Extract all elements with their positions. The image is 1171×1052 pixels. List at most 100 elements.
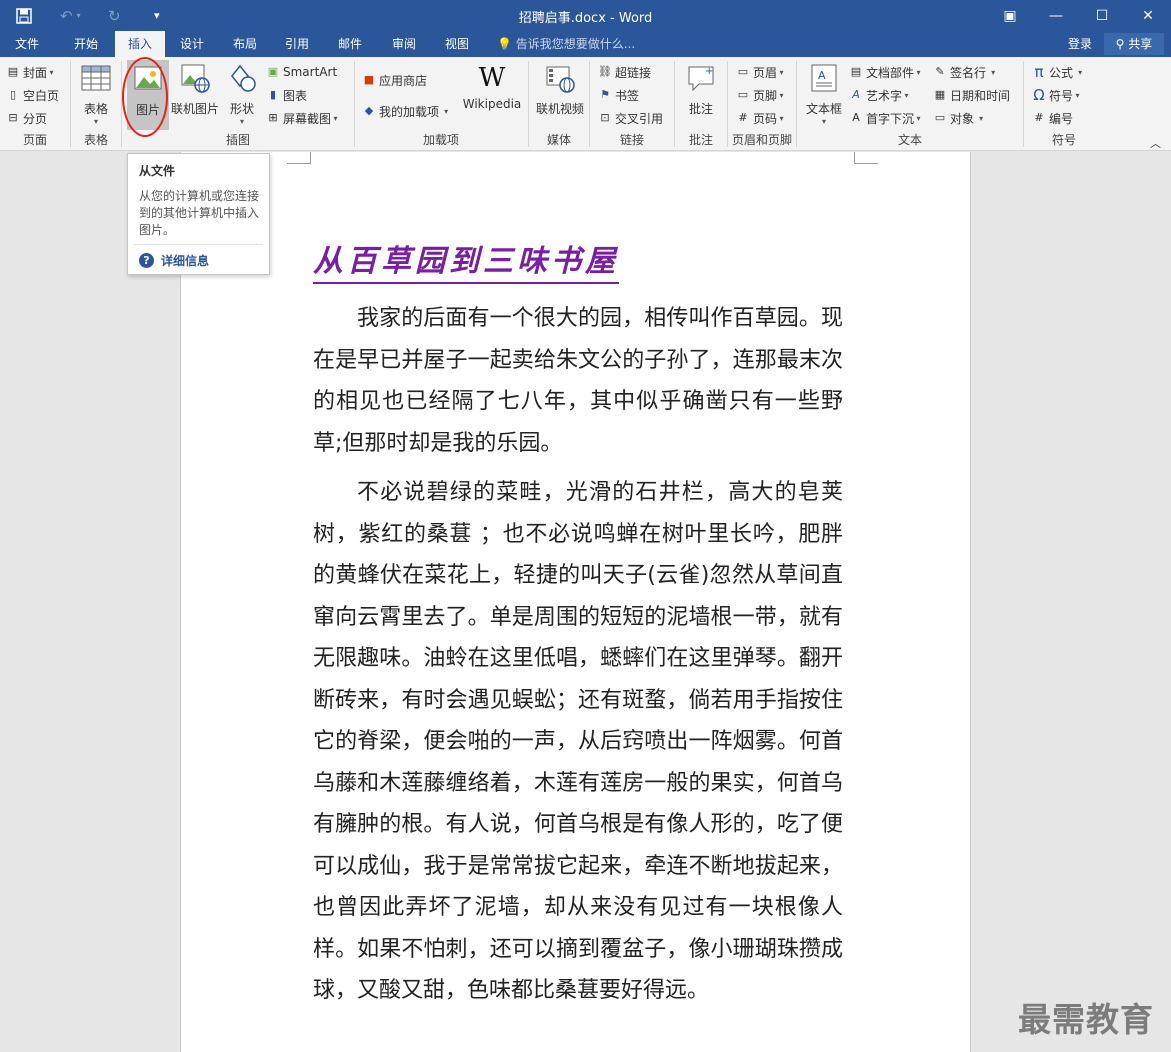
blank-page-icon: ▯ (9, 88, 17, 101)
quick-parts-button[interactable]: ▤ 文档部件 ▾ (849, 61, 921, 83)
chart-icon: ▮ (269, 88, 277, 101)
tab-view[interactable]: 视图 (431, 31, 483, 57)
group-tables: 表格 ▾ 表格 (71, 57, 121, 151)
comment-icon: + (688, 66, 714, 92)
group-pages: ▤ 封面 ▾ ▯ 空白页 ⊟ 分页 页面 (0, 57, 70, 151)
quick-parts-icon: ▤ (850, 65, 862, 78)
svg-text:+: + (705, 66, 713, 77)
calendar-icon: ▦ (934, 88, 946, 101)
omega-icon: Ω (1033, 86, 1045, 104)
tab-home[interactable]: 开始 (60, 31, 112, 57)
watermark: 最需教育 (1018, 1000, 1154, 1039)
shapes-button[interactable]: 形状 ▾ (223, 62, 261, 126)
tell-me-more-link[interactable]: ? 详细信息 (139, 252, 209, 269)
group-header-footer: ▭ 页眉 ▾ ▭ 页脚 ▾ # 页码 ▾ 页眉和页脚 (728, 57, 796, 151)
page-number-button[interactable]: # 页码 ▾ (736, 107, 783, 129)
tooltip-title: 从文件 (139, 164, 176, 178)
tooltip-body: 从您的计算机或您连接到的其他计算机中插入图片。 (139, 189, 260, 237)
tab-mailings[interactable]: 邮件 (325, 31, 375, 57)
page-break-button[interactable]: ⊟ 分页 (6, 107, 47, 129)
tab-references[interactable]: 引用 (272, 31, 322, 57)
numbering-icon: # (1034, 111, 1044, 124)
group-label-comments: 批注 (688, 133, 713, 147)
footer-button[interactable]: ▭ 页脚 ▾ (736, 84, 784, 106)
tab-review[interactable]: 审阅 (378, 31, 430, 57)
textbox-icon: A (811, 64, 837, 92)
hyperlink-icon: ⛓ (598, 65, 612, 78)
tell-me-search[interactable]: 💡 告诉我您想要做什么... (497, 31, 635, 57)
signature-line-button[interactable]: ✎ 签名行 ▾ (933, 61, 995, 83)
hyperlink-button[interactable]: ⛓ 超链接 (598, 61, 651, 83)
header-button[interactable]: ▭ 页眉 ▾ (736, 61, 784, 83)
person-icon: ⚲ (1115, 37, 1125, 51)
svg-text:A: A (818, 69, 826, 82)
document-title[interactable]: 从百草园到三味书屋 (313, 236, 619, 284)
highlight-circle (122, 57, 168, 137)
footer-icon: ▭ (737, 88, 749, 101)
title-bar: ↶ ▾ ↻ ▾ 招聘启事.docx - Word ▣ — ☐ ✕ (0, 0, 1171, 31)
maximize-button[interactable]: ☐ (1079, 0, 1125, 31)
object-button[interactable]: ▭ 对象 ▾ (933, 107, 983, 129)
signature-line-icon: ✎ (935, 65, 945, 78)
bookmark-button[interactable]: ⚑ 书签 (598, 84, 639, 106)
online-video-button[interactable]: 联机视频 (532, 62, 588, 117)
chart-button[interactable]: ▮ 图表 (266, 84, 307, 106)
my-addins-button[interactable]: ◆ 我的加载项 ▾ (362, 100, 448, 122)
page-number-icon: # (738, 111, 748, 124)
group-label-links: 链接 (619, 133, 644, 147)
tab-insert[interactable]: 插入 (115, 31, 165, 57)
minimize-button[interactable]: — (1033, 0, 1079, 31)
cross-reference-button[interactable]: ⊡ 交叉引用 (598, 107, 663, 129)
group-label-media: 媒体 (546, 133, 571, 147)
wordart-button[interactable]: A 艺术字 ▾ (849, 84, 908, 106)
paragraph-1[interactable]: 我家的后面有一个很大的园，相传叫作百草园。现在是早已并屋子一起卖给朱文公的子孙了… (313, 298, 843, 464)
new-comment-button[interactable]: + 批注 (681, 62, 721, 117)
blank-page-button[interactable]: ▯ 空白页 (6, 84, 59, 106)
collapse-ribbon-icon[interactable]: ︿ (1150, 135, 1161, 151)
ribbon-display-options-button[interactable]: ▣ (987, 0, 1033, 31)
tab-layout[interactable]: 布局 (220, 31, 270, 57)
group-label-illustrations: 插图 (225, 133, 250, 147)
group-label-tables: 表格 (83, 133, 108, 147)
table-button[interactable]: 表格 ▾ (79, 62, 113, 126)
picture-tooltip: 从文件 从您的计算机或您连接到的其他计算机中插入图片。 ? 详细信息 (127, 153, 270, 275)
textbox-button[interactable]: A 文本框 ▾ (803, 62, 845, 126)
document-page[interactable]: 从百草园到三味书屋 我家的后面有一个很大的园，相传叫作百草园。现在是早已并屋子一… (180, 152, 971, 1052)
group-text: A 文本框 ▾ ▤ 文档部件 ▾ A 艺术字 ▾ A 首字下沉 ▾ ✎ 签名行 ▾ ▦ 日… (797, 57, 1023, 151)
tab-file[interactable]: 文件 (0, 31, 54, 57)
cover-page-button[interactable]: ▤ 封面 ▾ (6, 61, 54, 83)
crop-mark (287, 152, 311, 164)
wikipedia-button[interactable]: W Wikipedia (461, 62, 523, 111)
online-video-icon (546, 66, 575, 93)
share-button[interactable]: ⚲ 共享 (1104, 33, 1164, 55)
drop-cap-button[interactable]: A 首字下沉 ▾ (849, 107, 920, 129)
date-time-button[interactable]: ▦ 日期和时间 (933, 84, 1010, 106)
online-picture-button[interactable]: 联机图片 (169, 62, 221, 117)
smartart-button[interactable]: ▣ SmartArt (266, 61, 337, 83)
cover-page-icon: ▤ (7, 65, 19, 78)
smartart-icon: ▣ (267, 65, 279, 78)
share-label: 共享 (1128, 37, 1153, 51)
paragraph-2[interactable]: 不必说碧绿的菜畦，光滑的石井栏，高大的皂荚树，紫红的桑葚 ；也不必说鸣蝉在树叶里… (313, 472, 843, 1012)
tab-design[interactable]: 设计 (167, 31, 217, 57)
login-link[interactable]: 登录 (1068, 31, 1092, 57)
ribbon-insert: ▤ 封面 ▾ ▯ 空白页 ⊟ 分页 页面 表格 ▾ 表格 图片 联机图片 形状 ▾ ▣… (0, 57, 1171, 151)
group-links: ⛓ 超链接 ⚑ 书签 ⊡ 交叉引用 链接 (590, 57, 674, 151)
screenshot-icon: ⊞ (268, 111, 278, 124)
group-label-pages: 页面 (22, 133, 47, 147)
tell-me-text: 告诉我您想要做什么... (515, 37, 636, 51)
store-icon: ■ (363, 73, 375, 86)
drop-cap-icon: A (852, 111, 860, 124)
symbol-button[interactable]: Ω 符号 ▾ (1032, 84, 1079, 106)
store-button[interactable]: ■ 应用商店 (362, 69, 427, 91)
wikipedia-icon: W (478, 63, 506, 93)
screenshot-button[interactable]: ⊞ 屏幕截图 ▾ (266, 107, 337, 129)
ribbon-tabs: 文件 开始 插入 设计 布局 引用 邮件 审阅 视图 💡 告诉我您想要做什么..… (0, 31, 1171, 57)
equation-button[interactable]: π 公式 ▾ (1032, 61, 1082, 83)
object-icon: ▭ (934, 111, 946, 124)
bookmark-icon: ⚑ (600, 88, 610, 101)
group-label-text: 文本 (897, 133, 922, 147)
close-button[interactable]: ✕ (1125, 0, 1171, 31)
group-label-addins: 加载项 (422, 133, 459, 147)
numbering-button[interactable]: # 编号 (1032, 107, 1073, 129)
